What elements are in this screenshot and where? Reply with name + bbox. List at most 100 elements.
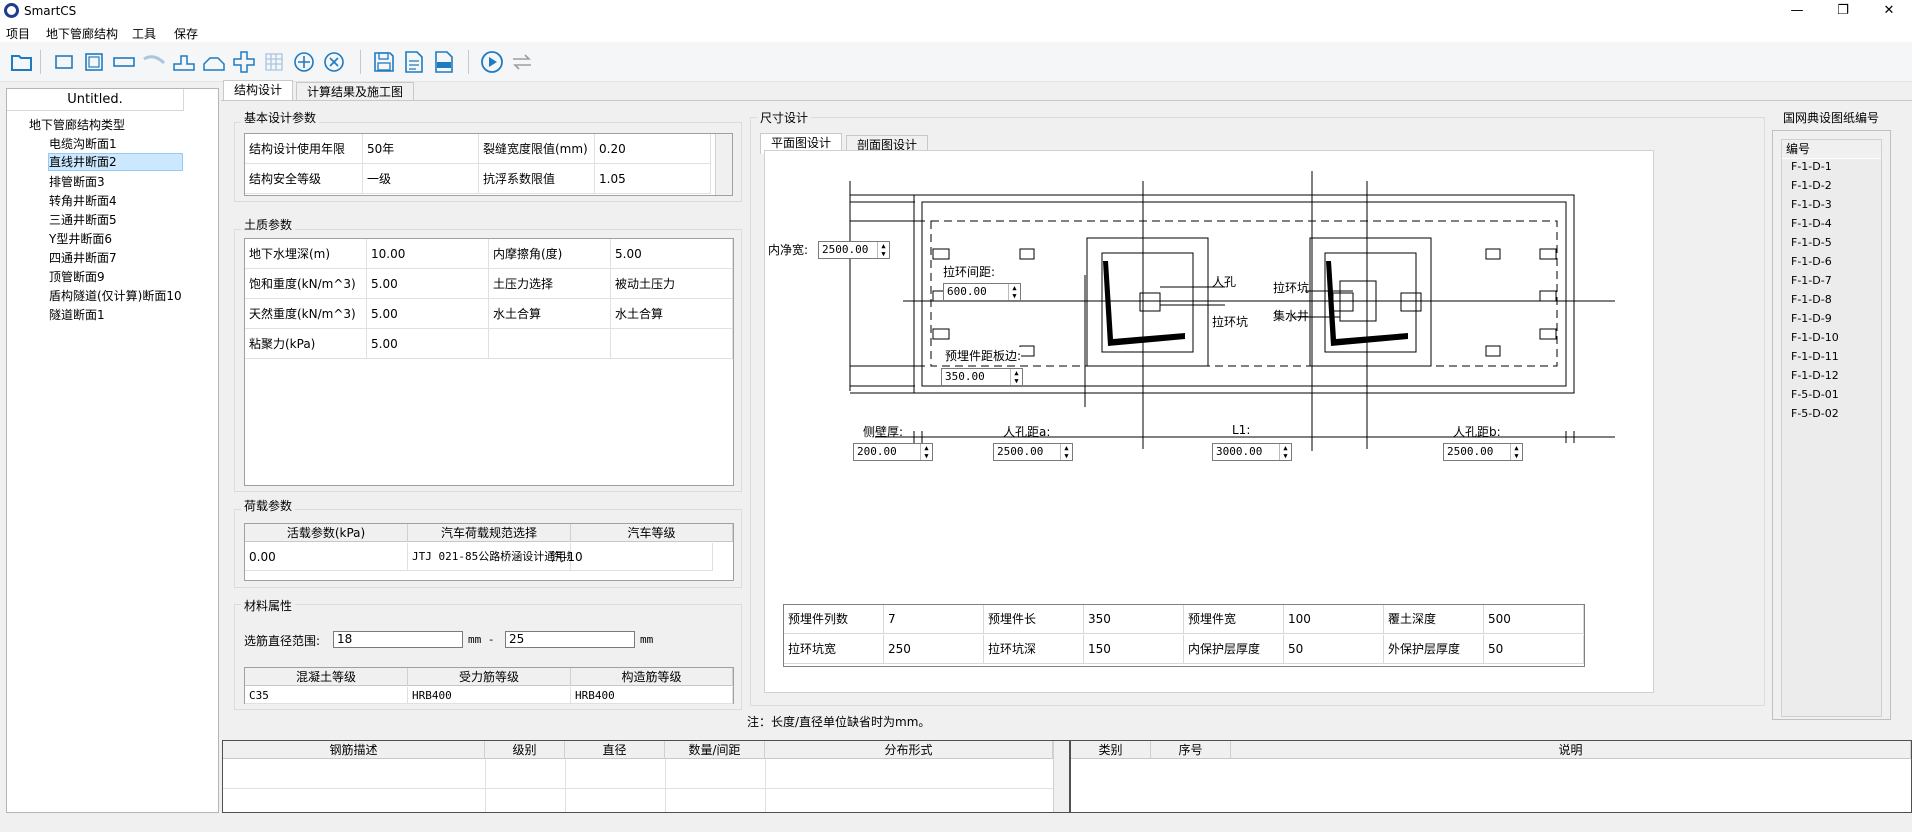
- save-disk-icon[interactable]: [372, 50, 396, 74]
- vehicle-grade[interactable]: 汽-10: [551, 543, 713, 571]
- param-value[interactable]: 150: [1084, 635, 1184, 664]
- tree-item[interactable]: Y型井断面6: [49, 231, 112, 247]
- tree-item[interactable]: 盾构隧道(仅计算)断面10: [49, 288, 182, 304]
- column-header: 汽车等级: [571, 524, 733, 542]
- param-value[interactable]: 5.00: [367, 269, 489, 299]
- spin-arrows-icon[interactable]: ▲ ▼: [1279, 444, 1291, 460]
- tab-results[interactable]: 计算结果及施工图: [296, 82, 415, 101]
- dwg-export-icon[interactable]: [432, 50, 456, 74]
- document-icon[interactable]: [402, 50, 426, 74]
- param-value[interactable]: 50: [1484, 635, 1584, 664]
- spin-arrows-icon[interactable]: ▲ ▼: [1010, 369, 1022, 385]
- close-button[interactable]: ✕: [1866, 0, 1912, 22]
- param-value[interactable]: 100: [1284, 605, 1384, 634]
- param-value[interactable]: 250: [884, 635, 984, 664]
- code-item[interactable]: F-1-D-10: [1791, 331, 1839, 344]
- tree-root[interactable]: 地下管廊结构类型: [29, 117, 125, 133]
- unit-label: mm: [640, 633, 654, 646]
- param-value[interactable]: 10.00: [367, 239, 489, 269]
- spin-arrows-icon[interactable]: ▲ ▼: [920, 444, 932, 460]
- code-item[interactable]: F-5-D-02: [1791, 407, 1839, 420]
- load-params-grid: 活载参数(kPa) 汽车荷载规范选择 汽车等级 0.00 JTJ 021-85公…: [244, 523, 734, 581]
- load-value[interactable]: 0.00: [245, 543, 408, 571]
- tree-item-selected[interactable]: 直线井断面2: [48, 153, 183, 171]
- ring-spacing-input[interactable]: 600.00 ▲ ▼: [943, 283, 1021, 301]
- rebar-max-input[interactable]: 25: [505, 631, 635, 648]
- rebar-min-input[interactable]: 18: [333, 631, 463, 648]
- tree-item[interactable]: 三通井断面5: [49, 212, 117, 228]
- tree-item[interactable]: 排管断面3: [49, 174, 105, 190]
- section-box-icon[interactable]: [52, 50, 76, 74]
- embed-edge-input[interactable]: 350.00 ▲ ▼: [941, 368, 1023, 386]
- concrete-grade[interactable]: C35: [245, 687, 408, 704]
- run-play-icon[interactable]: [480, 50, 504, 74]
- code-item[interactable]: F-1-D-7: [1791, 274, 1832, 287]
- param-value[interactable]: 0.20: [595, 134, 711, 164]
- param-value[interactable]: 50: [1284, 635, 1384, 664]
- param-label: 预埋件长: [984, 605, 1084, 634]
- load-spec-select[interactable]: JTJ 021-85公路桥涵设计通用规范: [408, 543, 571, 571]
- section-frame-icon[interactable]: [82, 50, 106, 74]
- l1-input[interactable]: 3000.00 ▲ ▼: [1212, 443, 1292, 461]
- param-label: 外保护层厚度: [1384, 635, 1484, 664]
- code-item[interactable]: F-1-D-12: [1791, 369, 1839, 382]
- tree-item[interactable]: 隧道断面1: [49, 307, 105, 323]
- spin-arrows-icon[interactable]: ▲ ▼: [877, 242, 889, 258]
- code-item[interactable]: F-1-D-11: [1791, 350, 1839, 363]
- menu-save[interactable]: 保存: [174, 25, 198, 42]
- grid-icon[interactable]: [262, 50, 286, 74]
- rebar-table-scrollbar[interactable]: [1053, 741, 1069, 812]
- main-rebar-grade[interactable]: HRB400: [408, 687, 571, 704]
- code-item[interactable]: F-1-D-9: [1791, 312, 1832, 325]
- minimize-button[interactable]: —: [1774, 0, 1820, 22]
- param-value[interactable]: 7: [884, 605, 984, 634]
- param-value[interactable]: 5.00: [611, 239, 733, 269]
- param-value[interactable]: 被动土压力: [611, 269, 733, 299]
- tee-well-icon[interactable]: [172, 50, 196, 74]
- tree-item[interactable]: 转角井断面4: [49, 193, 117, 209]
- remove-circle-icon[interactable]: [322, 50, 346, 74]
- side-wall-input[interactable]: 200.00 ▲ ▼: [853, 443, 933, 461]
- manhole-b-input[interactable]: 2500.00 ▲ ▼: [1443, 443, 1523, 461]
- code-item[interactable]: F-1-D-3: [1791, 198, 1832, 211]
- code-item[interactable]: F-1-D-2: [1791, 179, 1832, 192]
- code-item[interactable]: F-1-D-1: [1791, 160, 1832, 173]
- menu-project[interactable]: 项目: [6, 25, 30, 42]
- y-well-icon[interactable]: [202, 50, 226, 74]
- tab-structure-design[interactable]: 结构设计: [223, 80, 294, 101]
- code-item[interactable]: F-1-D-6: [1791, 255, 1832, 268]
- manhole-a-input[interactable]: 2500.00 ▲ ▼: [993, 443, 1073, 461]
- param-value[interactable]: [611, 329, 733, 359]
- param-value[interactable]: 5.00: [367, 329, 489, 359]
- structural-rebar-grade[interactable]: HRB400: [571, 687, 733, 704]
- column-header: 构造筋等级: [571, 668, 733, 686]
- param-value[interactable]: 500: [1484, 605, 1584, 634]
- spin-arrows-icon[interactable]: ▲ ▼: [1510, 444, 1522, 460]
- spin-arrows-icon[interactable]: ▲ ▼: [1060, 444, 1072, 460]
- param-value[interactable]: 水土合算: [611, 299, 733, 329]
- open-folder-icon[interactable]: [10, 50, 34, 74]
- tree-item[interactable]: 顶管断面9: [49, 269, 105, 285]
- param-value[interactable]: 50年: [363, 134, 479, 164]
- cross-well-icon[interactable]: [232, 50, 256, 74]
- swap-arrows-icon[interactable]: [510, 50, 534, 74]
- tree-item[interactable]: 电缆沟断面1: [49, 136, 117, 152]
- restore-button[interactable]: ❐: [1820, 0, 1866, 22]
- tree-item[interactable]: 四通井断面7: [49, 250, 117, 266]
- spin-arrows-icon[interactable]: ▲ ▼: [1008, 284, 1020, 300]
- code-item[interactable]: F-5-D-01: [1791, 388, 1839, 401]
- param-value[interactable]: 一级: [363, 164, 479, 194]
- code-item[interactable]: F-1-D-5: [1791, 236, 1832, 249]
- menu-tools[interactable]: 工具: [132, 25, 156, 42]
- param-value[interactable]: 1.05: [595, 164, 711, 194]
- basic-scrollbar[interactable]: [715, 134, 732, 195]
- inner-width-input[interactable]: 2500.00 ▲ ▼: [818, 241, 890, 259]
- add-circle-icon[interactable]: [292, 50, 316, 74]
- menu-structure[interactable]: 地下管廊结构: [46, 25, 118, 42]
- code-item[interactable]: F-1-D-4: [1791, 217, 1832, 230]
- param-value[interactable]: 350: [1084, 605, 1184, 634]
- param-value[interactable]: 5.00: [367, 299, 489, 329]
- corner-well-icon[interactable]: [142, 50, 166, 74]
- code-item[interactable]: F-1-D-8: [1791, 293, 1832, 306]
- pipe-row-icon[interactable]: [112, 50, 136, 74]
